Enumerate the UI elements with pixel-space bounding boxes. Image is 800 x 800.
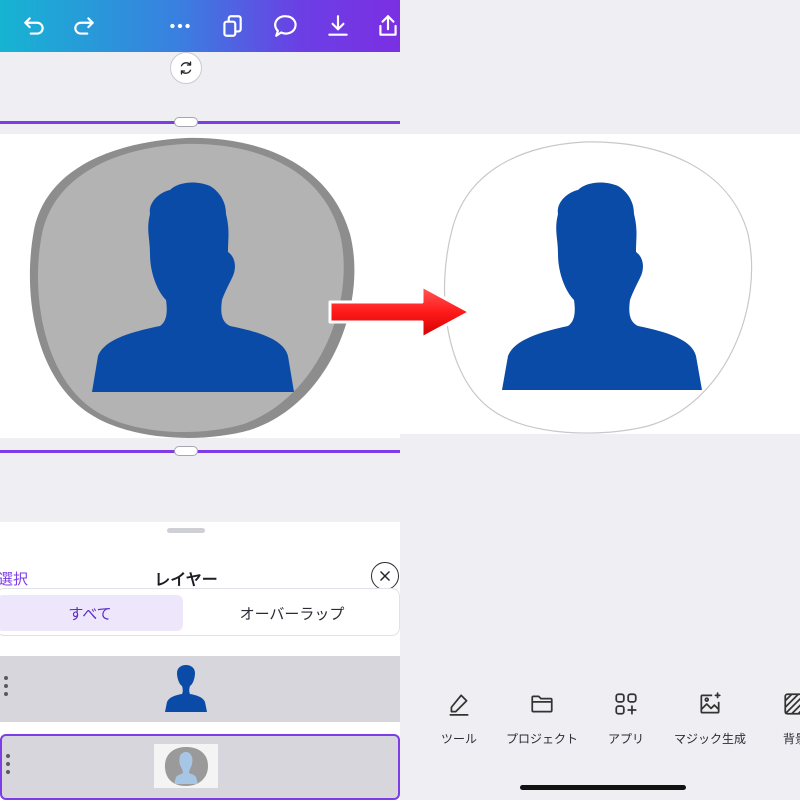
tab-overlap[interactable]: オーバーラップ [187, 595, 397, 631]
editor-left-panel: 選択 レイヤー すべて オーバーラップ [0, 0, 400, 800]
undo-icon[interactable] [18, 10, 50, 42]
download-icon[interactable] [322, 10, 354, 42]
more-icon[interactable] [164, 10, 196, 42]
share-icon[interactable] [372, 10, 400, 42]
layers-panel: 選択 レイヤー すべて オーバーラップ [0, 522, 400, 800]
pen-icon [414, 688, 504, 720]
toolbar-label: プロジェクト [505, 732, 578, 746]
selection-top-border [0, 121, 400, 124]
top-toolbar [0, 0, 400, 52]
resize-handle-top[interactable] [174, 117, 198, 127]
home-indicator [520, 785, 686, 790]
rotate-button[interactable] [170, 52, 202, 84]
folder-icon [497, 688, 587, 720]
selection-bottom-border [0, 450, 400, 453]
resize-handle-bottom[interactable] [174, 446, 198, 456]
magic-image-icon [665, 688, 755, 720]
apps-icon [581, 688, 671, 720]
layer-thumbnail [165, 665, 207, 712]
toolbar-item-apps[interactable]: アプリ [581, 688, 671, 747]
toolbar-item-background[interactable]: 背景 [750, 688, 800, 747]
rotate-icon [180, 61, 192, 75]
editor-right-panel: ド ツール プロジェクト アプリ マジック生成 背景 [400, 0, 800, 800]
panel-title: レイヤー [154, 570, 218, 589]
layer-row[interactable] [0, 656, 400, 722]
close-icon [380, 571, 390, 581]
close-panel-button[interactable] [371, 562, 399, 590]
drag-handle-icon[interactable] [4, 676, 10, 696]
toolbar-item-magic-generate[interactable]: マジック生成 [665, 688, 755, 747]
background-icon [750, 688, 800, 720]
toolbar-label: 背景 [782, 732, 800, 746]
panel-grabber[interactable] [167, 528, 205, 533]
drag-handle-icon[interactable] [6, 754, 12, 774]
layer-row-selected[interactable] [0, 734, 400, 800]
comment-icon[interactable] [270, 10, 302, 42]
layer-filter-tabs: すべて オーバーラップ [0, 588, 400, 636]
tab-all[interactable]: すべて [0, 595, 183, 631]
layer-thumbnail [154, 744, 218, 788]
toolbar-label: アプリ [607, 732, 644, 746]
toolbar-label: ツール [440, 732, 477, 746]
toolbar-item-tools[interactable]: ツール [414, 688, 504, 747]
red-arrow-icon [328, 284, 472, 340]
copy-icon[interactable] [216, 10, 248, 42]
toolbar-label: マジック生成 [673, 732, 746, 746]
redo-icon[interactable] [68, 10, 100, 42]
toolbar-item-projects[interactable]: プロジェクト [497, 688, 587, 747]
